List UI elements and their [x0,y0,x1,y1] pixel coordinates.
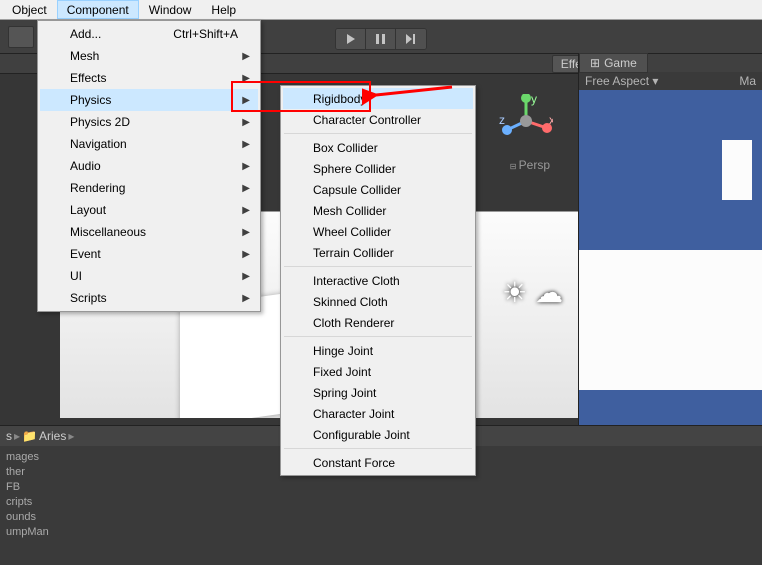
menu-separator [284,448,472,449]
submenu-interactive-cloth[interactable]: Interactive Cloth [283,270,473,291]
menu-mesh[interactable]: Mesh▶ [40,45,258,67]
menubar: Object Component Window Help [0,0,762,20]
submenu-constant-force[interactable]: Constant Force [283,452,473,473]
menu-physics[interactable]: Physics▶ [40,89,258,111]
game-icon: ⊞ [590,56,600,70]
aspect-dropdown[interactable]: Free Aspect ▾ [585,74,658,88]
menu-window[interactable]: Window [139,0,202,19]
game-floor [579,250,762,390]
menu-event[interactable]: Event▶ [40,243,258,265]
component-dropdown: Add... Ctrl+Shift+A Mesh▶ Effects▶ Physi… [37,20,261,312]
submenu-fixed-joint[interactable]: Fixed Joint [283,361,473,382]
orientation-gizmo-icon[interactable]: y x z [499,94,553,148]
tool-hand-icon[interactable] [8,26,34,48]
menu-separator [284,336,472,337]
chevron-right-icon: ▶ [242,51,250,62]
projection-label[interactable]: ⊟ Persp [510,158,550,172]
svg-text:x: x [549,113,553,127]
chevron-right-icon: ▶ [242,249,250,260]
menu-component[interactable]: Component [57,0,139,19]
asset-item[interactable]: cripts [6,495,756,509]
light-gizmo-icon: ☀ ☁ [502,276,563,309]
menu-rendering[interactable]: Rendering▶ [40,177,258,199]
submenu-cloth-renderer[interactable]: Cloth Renderer [283,312,473,333]
submenu-capsule-collider[interactable]: Capsule Collider [283,179,473,200]
chevron-right-icon: ▶ [242,161,250,172]
menu-miscellaneous[interactable]: Miscellaneous▶ [40,221,258,243]
submenu-character-controller[interactable]: Character Controller [283,109,473,130]
breadcrumb-item: 📁 Aries▸ [22,429,74,443]
submenu-rigidbody[interactable]: Rigidbody [283,88,473,109]
menu-object[interactable]: Object [2,0,57,19]
chevron-right-icon: ▶ [242,293,250,304]
svg-text:y: y [531,94,537,106]
submenu-mesh-collider[interactable]: Mesh Collider [283,200,473,221]
menu-ui[interactable]: UI▶ [40,265,258,287]
chevron-right-icon: ▶ [242,73,250,84]
submenu-character-joint[interactable]: Character Joint [283,403,473,424]
chevron-right-icon: ▶ [242,205,250,216]
game-cube [722,140,752,200]
breadcrumb-item: s▸ [6,429,20,443]
play-button[interactable] [336,29,366,49]
menu-separator [284,133,472,134]
game-panel: ⊞ Game Free Aspect ▾ Ma [578,54,762,425]
submenu-skinned-cloth[interactable]: Skinned Cloth [283,291,473,312]
menu-shortcut-label: Ctrl+Shift+A [173,27,238,41]
svg-text:z: z [499,113,505,127]
menu-audio[interactable]: Audio▶ [40,155,258,177]
physics-submenu: Rigidbody Character Controller Box Colli… [280,85,476,476]
chevron-right-icon: ▶ [242,139,250,150]
play-controls [335,28,427,50]
menu-layout[interactable]: Layout▶ [40,199,258,221]
submenu-sphere-collider[interactable]: Sphere Collider [283,158,473,179]
maximize-toggle[interactable]: Ma [739,74,756,88]
menu-scripts[interactable]: Scripts▶ [40,287,258,309]
menu-add[interactable]: Add... Ctrl+Shift+A [40,23,258,45]
submenu-configurable-joint[interactable]: Configurable Joint [283,424,473,445]
submenu-box-collider[interactable]: Box Collider [283,137,473,158]
submenu-wheel-collider[interactable]: Wheel Collider [283,221,473,242]
chevron-right-icon: ▶ [242,95,250,106]
submenu-hinge-joint[interactable]: Hinge Joint [283,340,473,361]
submenu-terrain-collider[interactable]: Terrain Collider [283,242,473,263]
step-button[interactable] [396,29,426,49]
game-tab[interactable]: ⊞ Game [579,53,648,73]
menu-separator [284,266,472,267]
asset-item[interactable]: ounds [6,510,756,524]
menu-physics-2d[interactable]: Physics 2D▶ [40,111,258,133]
asset-item[interactable]: FB [6,480,756,494]
asset-item[interactable]: umpMan [6,525,756,539]
chevron-right-icon: ▶ [242,117,250,128]
chevron-right-icon: ▶ [242,227,250,238]
menu-help[interactable]: Help [201,0,246,19]
submenu-spring-joint[interactable]: Spring Joint [283,382,473,403]
pause-button[interactable] [366,29,396,49]
chevron-right-icon: ▶ [242,271,250,282]
game-view [579,90,762,425]
menu-navigation[interactable]: Navigation▶ [40,133,258,155]
menu-effects[interactable]: Effects▶ [40,67,258,89]
chevron-right-icon: ▶ [242,183,250,194]
